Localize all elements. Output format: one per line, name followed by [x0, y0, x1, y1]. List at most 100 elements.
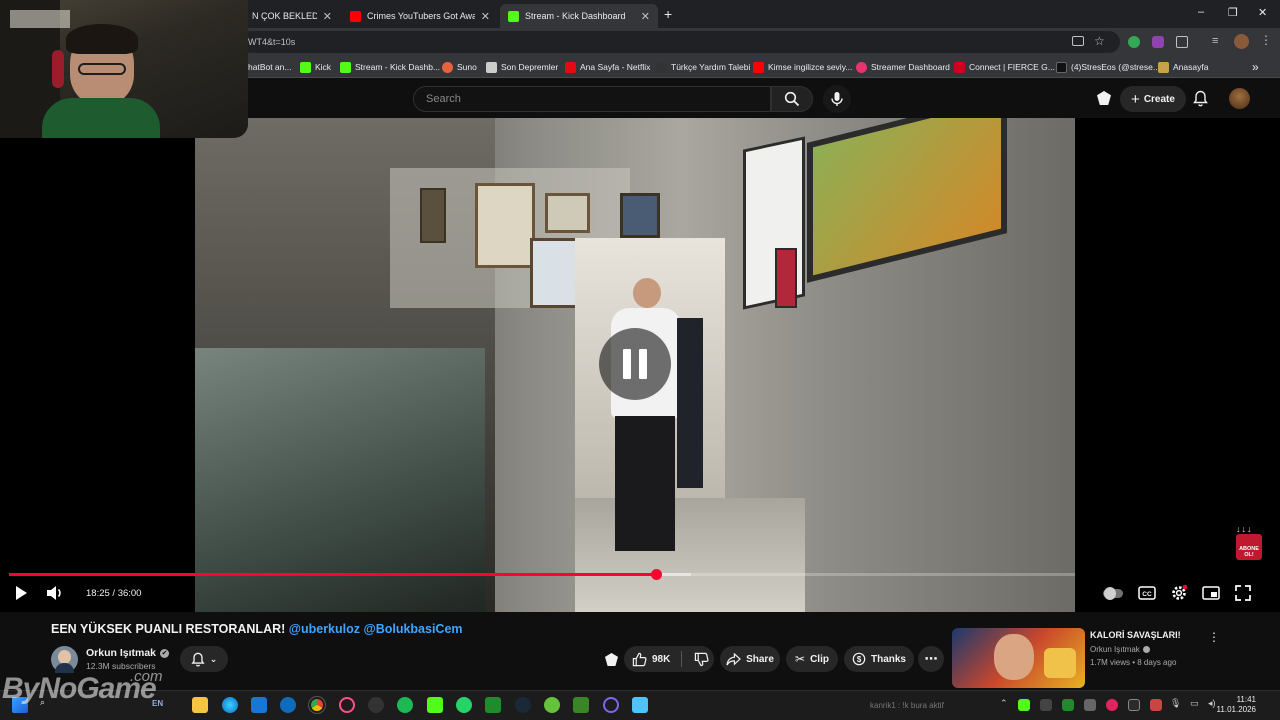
minimize-button[interactable]: –: [1198, 6, 1204, 18]
address-bar[interactable]: WT4&t=10s: [240, 31, 1120, 53]
bookmark-item[interactable]: Connect | FIERCE G...: [954, 60, 1055, 74]
app-icon[interactable]: [603, 697, 619, 713]
bookmark-item[interactable]: Kimse ingilizce seviy...: [753, 60, 852, 74]
sparkle-extension-icon[interactable]: [1097, 91, 1111, 105]
fullscreen-button[interactable]: [1232, 584, 1254, 602]
more-bookmarks-button[interactable]: »: [1252, 60, 1259, 74]
search-button[interactable]: [771, 86, 813, 112]
account-avatar[interactable]: [1229, 88, 1250, 109]
more-actions-button[interactable]: ⋯: [918, 646, 944, 672]
bookmark-item[interactable]: hatBot an...: [248, 60, 291, 74]
voice-search-button[interactable]: [823, 85, 851, 113]
new-tab-button[interactable]: +: [664, 6, 672, 22]
tray-icon[interactable]: [1018, 699, 1030, 711]
close-tab-icon[interactable]: ✕: [323, 10, 332, 23]
volume-button[interactable]: [44, 584, 66, 602]
notifications-bell-icon[interactable]: [1193, 90, 1208, 107]
thumbs-down-icon[interactable]: [694, 652, 709, 667]
search-input[interactable]: Search: [413, 86, 771, 112]
related-video-thumbnail[interactable]: [952, 628, 1085, 688]
extension-icon[interactable]: [1128, 36, 1140, 48]
browser-menu-icon[interactable]: ⋮: [1260, 33, 1272, 47]
notification-bell-button[interactable]: ⌄: [180, 646, 228, 672]
create-button[interactable]: + Create: [1120, 86, 1186, 112]
bookmark-item[interactable]: Anasayfa: [1158, 60, 1208, 74]
obs-icon[interactable]: [368, 697, 384, 713]
store-icon[interactable]: [251, 697, 267, 713]
whatsapp-icon[interactable]: [456, 697, 472, 713]
chrome-icon[interactable]: [308, 696, 326, 714]
steam-icon[interactable]: [515, 697, 531, 713]
share-label: Share: [746, 653, 774, 665]
mention-link[interactable]: @uberkuloz: [289, 622, 360, 636]
webcam-window: [10, 10, 70, 28]
app-icon[interactable]: [544, 697, 560, 713]
like-count: 98K: [652, 653, 671, 665]
subscribe-badge[interactable]: ABONE OL!: [1236, 534, 1262, 560]
tab-youtube-2[interactable]: Crimes YouTubers Got Away W ✕: [342, 4, 498, 28]
thanks-button[interactable]: $ Thanks: [844, 646, 914, 672]
theater-mode-button[interactable]: [1200, 584, 1222, 602]
related-menu-icon[interactable]: ⋮: [1208, 630, 1220, 644]
media-control-icon[interactable]: ≡: [1212, 35, 1218, 47]
minecraft-icon[interactable]: [573, 697, 589, 713]
mention-link[interactable]: @BolukbasiCem: [364, 622, 463, 636]
network-icon[interactable]: ▭: [1190, 698, 1199, 709]
like-button[interactable]: 98K: [632, 652, 670, 667]
file-explorer-icon[interactable]: [192, 697, 208, 713]
bookmark-item[interactable]: Kick: [300, 60, 331, 74]
close-tab-icon[interactable]: ✕: [481, 10, 490, 23]
restore-button[interactable]: ❐: [1228, 6, 1238, 19]
tab-kick-dashboard[interactable]: Stream - Kick Dashboard ✕: [500, 4, 658, 28]
tab-youtube-1[interactable]: N ÇOK BEKLEDİĞİM ✕: [244, 4, 340, 28]
bookmark-item[interactable]: (4)StresEos (@strese...: [1056, 60, 1160, 74]
bookmark-item[interactable]: Ana Sayfa - Netflix: [565, 60, 650, 74]
settings-button[interactable]: [1168, 584, 1190, 602]
video-player[interactable]: ABONE OL! ↓↓↓ 18:25 / 36:00 CC: [0, 118, 1280, 612]
bookmark-star-icon[interactable]: ☆: [1094, 34, 1105, 48]
autoplay-toggle[interactable]: [1102, 584, 1124, 602]
tray-icon[interactable]: [1040, 699, 1052, 711]
page-favicon-icon: [856, 61, 867, 73]
bookmark-item[interactable]: Streamer Dashboard: [856, 60, 950, 74]
pause-overlay-button[interactable]: [599, 328, 671, 400]
profile-avatar[interactable]: [1234, 34, 1249, 49]
extensions-puzzle-icon[interactable]: [1176, 36, 1188, 48]
app-icon[interactable]: [280, 697, 296, 713]
tray-icon[interactable]: [1106, 699, 1118, 711]
clip-button[interactable]: ✂ Clip: [786, 646, 838, 672]
bookmark-item[interactable]: Türkçe Yardım Talebi: [656, 60, 750, 74]
extension-icon[interactable]: [1152, 36, 1164, 48]
install-app-icon[interactable]: [1072, 36, 1084, 46]
app-icon[interactable]: [632, 697, 648, 713]
tray-icon[interactable]: [1084, 699, 1096, 711]
webcam-glasses: [78, 63, 126, 75]
bookmark-item[interactable]: Son Depremler: [486, 60, 558, 74]
close-tab-icon[interactable]: ✕: [641, 10, 650, 23]
share-button[interactable]: Share: [720, 646, 780, 672]
bookmark-item[interactable]: Suno: [442, 60, 477, 74]
channel-name[interactable]: Orkun Işıtmak ✔: [86, 647, 170, 659]
tray-icon[interactable]: [1062, 699, 1074, 711]
edge-icon[interactable]: [222, 697, 238, 713]
tray-icon[interactable]: [1128, 699, 1140, 711]
microphone-tray-icon[interactable]: 🎙: [1170, 698, 1181, 709]
close-window-button[interactable]: ✕: [1258, 6, 1267, 19]
opera-icon[interactable]: [339, 697, 355, 713]
tray-icon[interactable]: [1150, 699, 1162, 711]
play-button[interactable]: [10, 584, 32, 602]
volume-tray-icon[interactable]: ◂): [1208, 698, 1216, 709]
app-icon[interactable]: [485, 697, 501, 713]
tray-chevron-icon[interactable]: ⌃: [1000, 698, 1008, 709]
channel-avatar[interactable]: [51, 646, 78, 673]
captions-button[interactable]: CC: [1136, 584, 1158, 602]
related-video-title[interactable]: KALORİ SAVAŞLARI!: [1090, 630, 1181, 640]
bookmark-item[interactable]: Stream - Kick Dashb...: [340, 60, 440, 74]
spotify-icon[interactable]: [397, 697, 413, 713]
sparkle-icon[interactable]: [605, 653, 618, 666]
kick-icon[interactable]: [427, 697, 443, 713]
netflix-favicon-icon: [565, 61, 576, 73]
related-channel[interactable]: Orkun Işıtmak: [1090, 645, 1150, 654]
progress-bar[interactable]: [9, 569, 1075, 580]
system-clock[interactable]: 11:41 11.01.2026: [1217, 695, 1256, 715]
